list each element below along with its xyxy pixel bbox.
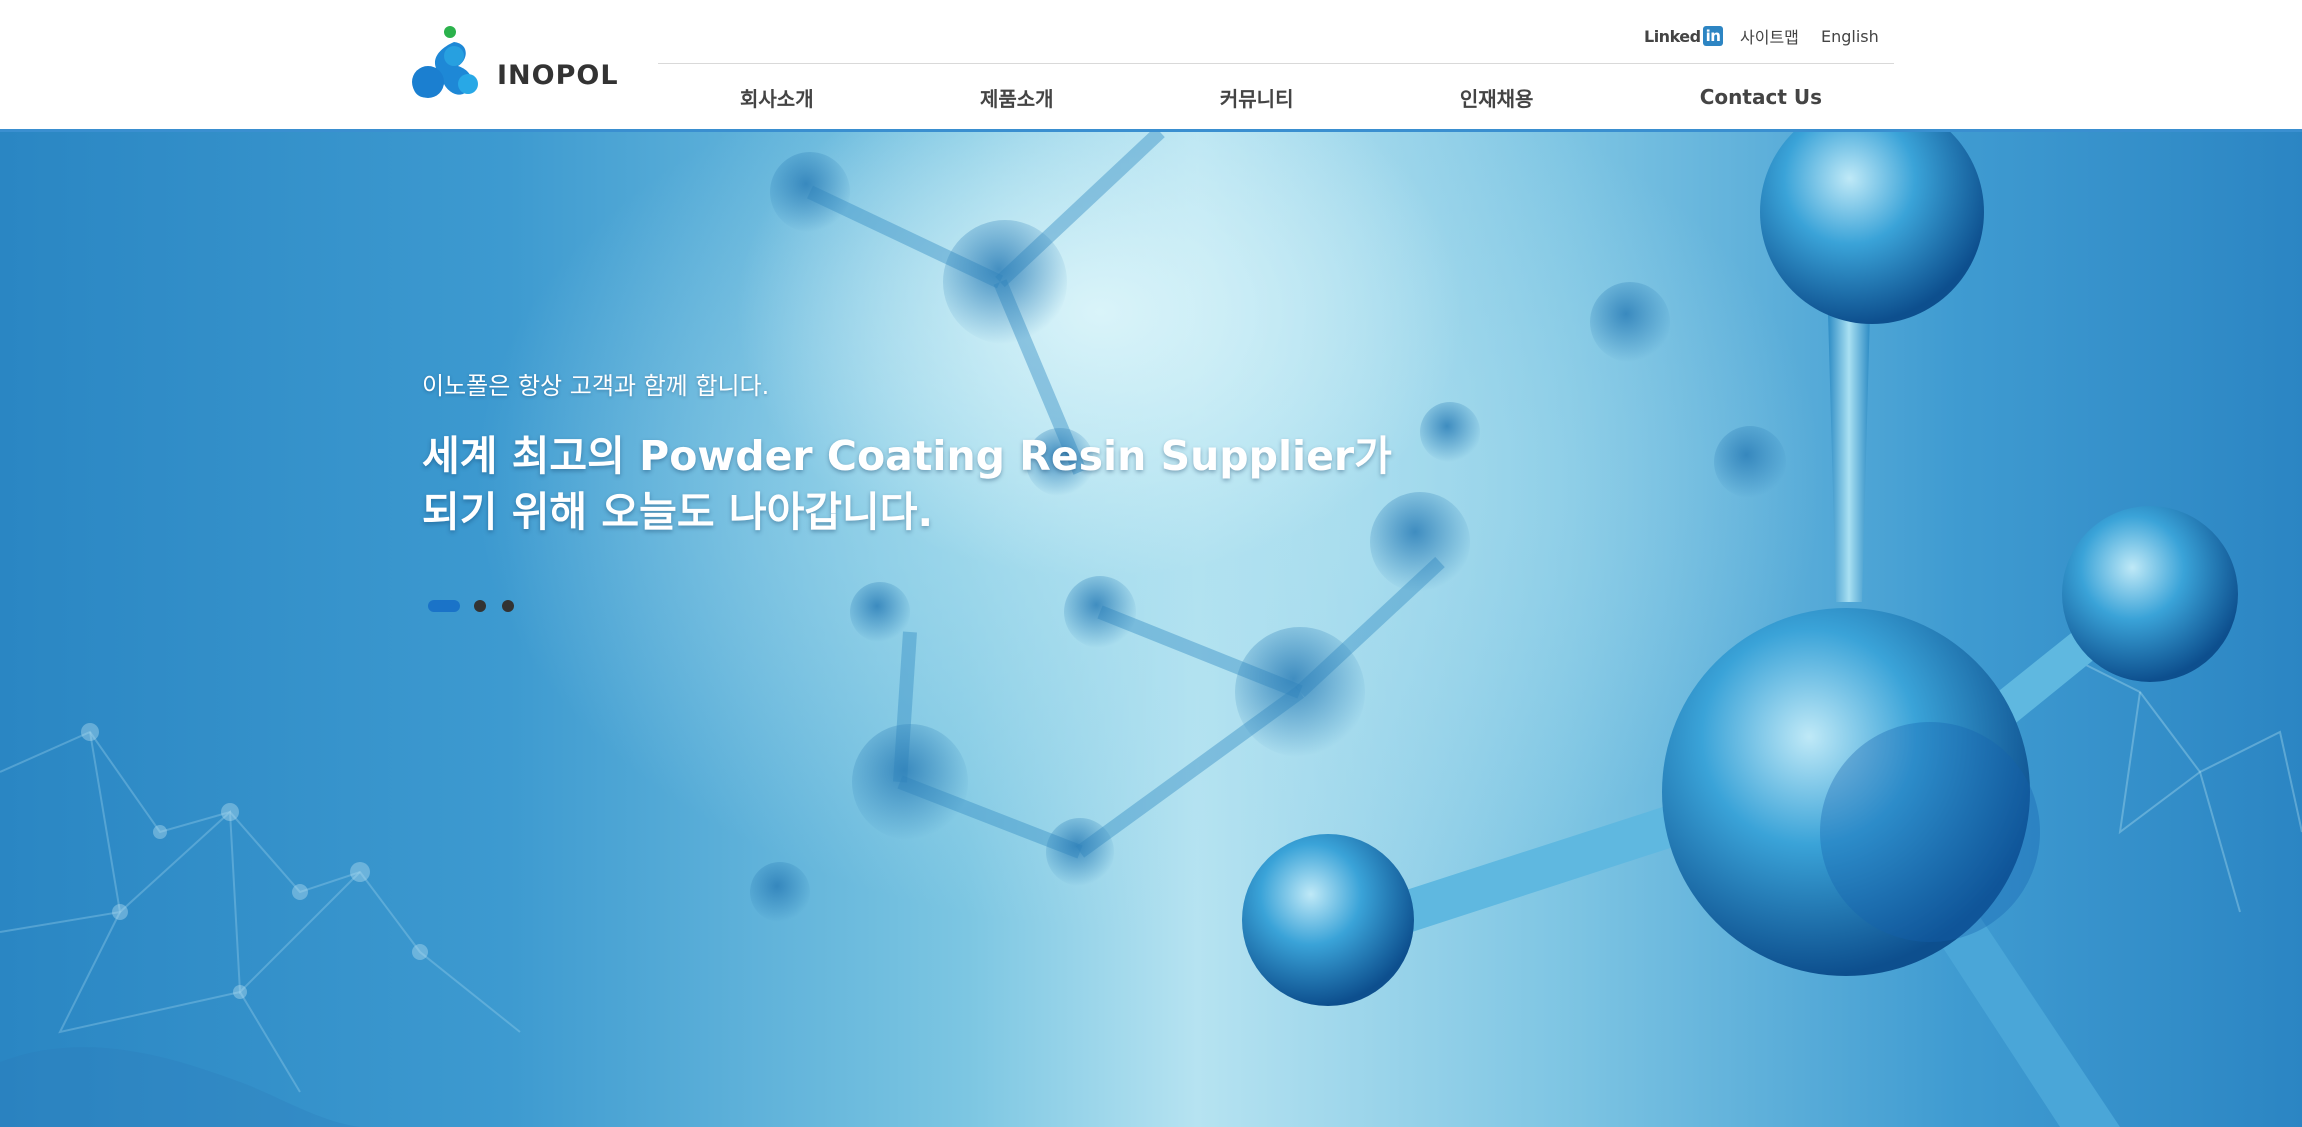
hero-subtitle: 이노폴은 항상 고객과 함께 합니다.: [422, 372, 770, 400]
linkedin-label: Linked: [1644, 26, 1701, 46]
english-link[interactable]: English: [1821, 24, 1879, 48]
sitemap-link[interactable]: 사이트맵: [1740, 24, 1799, 48]
molecule-logo-icon: [412, 26, 478, 98]
slide-dot-1[interactable]: [428, 600, 460, 612]
nav-item-company[interactable]: 회사소개: [740, 83, 814, 112]
site-header: INOPOL Linked in 사이트맵 English 회사소개 제품소개 커…: [0, 0, 2302, 132]
hero-title-line-1: 세계 최고의 Powder Coating Resin Supplier가: [422, 432, 1392, 480]
slide-dot-2[interactable]: [474, 600, 486, 612]
main-nav: 회사소개 제품소개 커뮤니티 인재채용 Contact Us: [658, 64, 1894, 130]
hero-title-line-2: 되기 위해 오늘도 나아갑니다.: [422, 488, 934, 536]
slider-pagination: [428, 600, 530, 612]
nav-item-contact[interactable]: Contact Us: [1700, 85, 1822, 109]
slide-dot-3[interactable]: [502, 600, 514, 612]
brand-name: INOPOL: [497, 60, 619, 91]
nav-item-community[interactable]: 커뮤니티: [1220, 83, 1294, 112]
inopol-logo[interactable]: INOPOL: [410, 22, 618, 106]
molecule-background-image: [0, 132, 2302, 1127]
hero-banner: 이노폴은 항상 고객과 함께 합니다. 세계 최고의 Powder Coatin…: [0, 132, 2302, 1127]
hero-title: 세계 최고의 Powder Coating Resin Supplier가 되기…: [422, 428, 1392, 540]
nav-item-products[interactable]: 제품소개: [980, 83, 1054, 112]
linkedin-link[interactable]: Linked in: [1644, 24, 1724, 48]
linkedin-icon: in: [1702, 26, 1724, 46]
nav-item-careers[interactable]: 인재채용: [1460, 83, 1534, 112]
